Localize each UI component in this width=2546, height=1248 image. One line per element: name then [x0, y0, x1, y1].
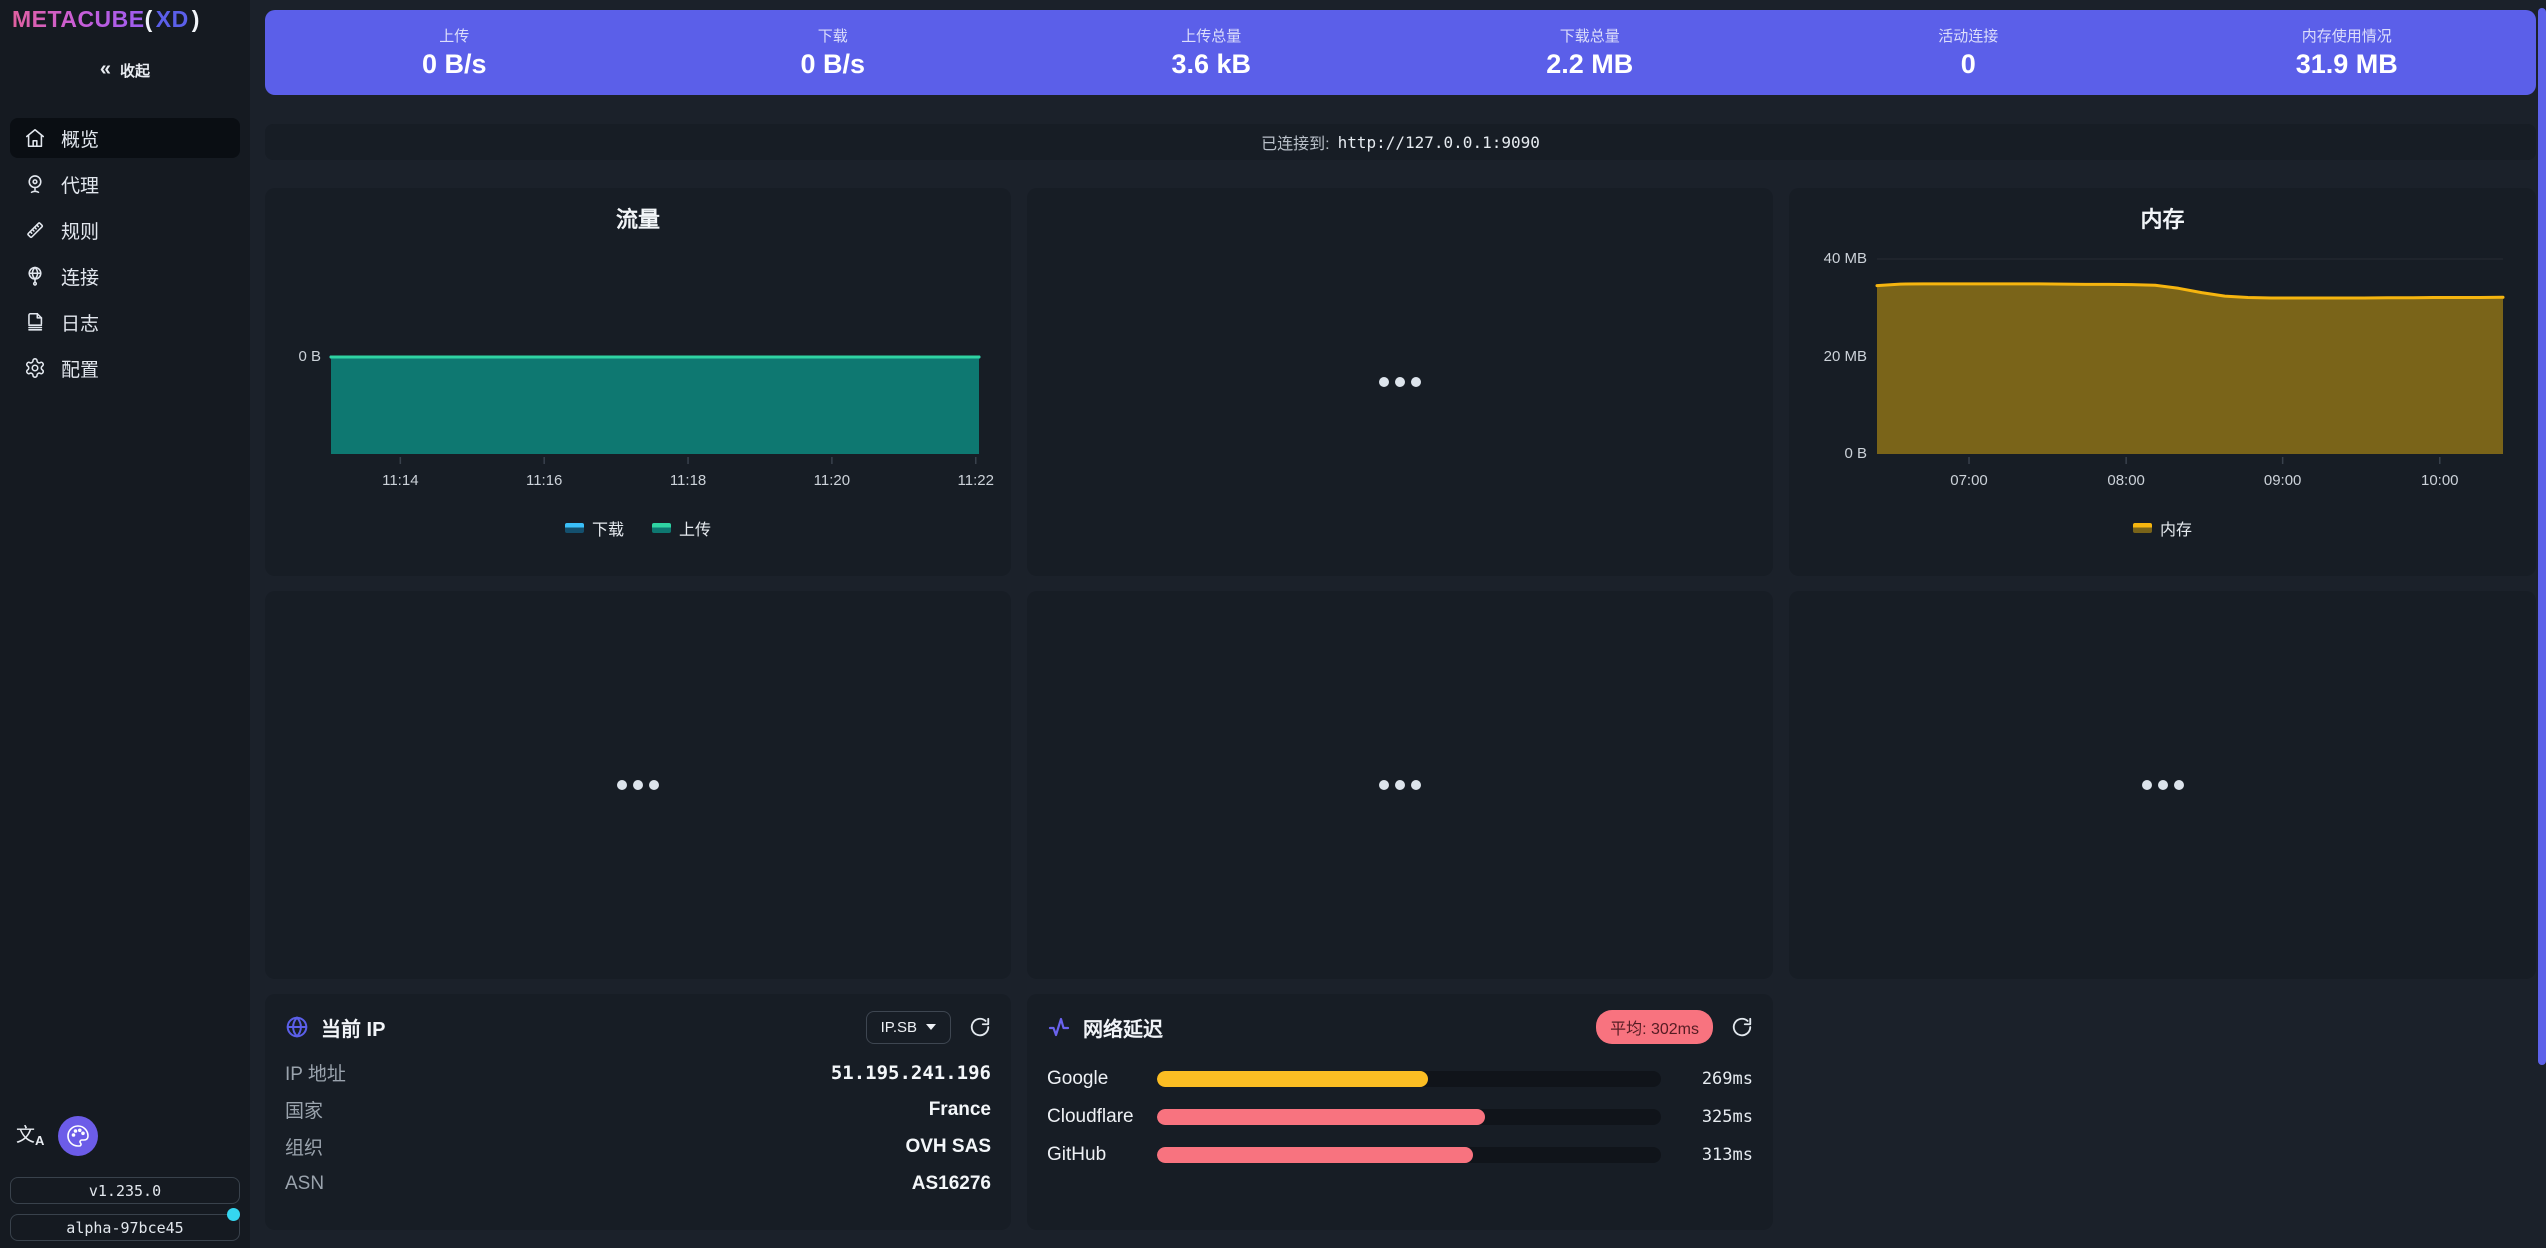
collapse-sidebar-button[interactable]: « 收起 — [0, 56, 250, 84]
loading-panel — [1789, 591, 2536, 979]
double-chevron-left-icon: « — [100, 59, 111, 79]
legend-item[interactable]: 上传 — [652, 516, 711, 540]
loading-dots — [1379, 377, 1421, 387]
update-indicator-dot — [227, 1208, 240, 1221]
collapse-label: 收起 — [120, 60, 150, 81]
legend-item[interactable]: 下载 — [565, 516, 624, 540]
ip-address-row: IP 地址 51.195.241.196 — [285, 1054, 991, 1091]
asn-value: AS16276 — [912, 1173, 991, 1195]
latency-bar-track — [1157, 1109, 1661, 1125]
organization-row: 组织 OVH SAS — [285, 1128, 991, 1165]
organization-value: OVH SAS — [905, 1136, 991, 1158]
refresh-latency-button[interactable] — [1731, 1016, 1753, 1038]
average-latency-badge: 平均: 302ms — [1596, 1010, 1713, 1044]
country-row: 国家 France — [285, 1091, 991, 1128]
stat-memory-usage: 内存使用情况 31.9 MB — [2158, 10, 2537, 95]
sidebar-item-rules[interactable]: 规则 — [10, 210, 240, 250]
brand-text: METACUBE — [12, 6, 145, 32]
globe-icon — [285, 1015, 309, 1039]
loading-dots — [617, 780, 659, 790]
pulse-icon — [1047, 1015, 1071, 1039]
network-globe-icon — [24, 265, 46, 287]
memory-chart-panel: 内存 40 MB20 MB0 B07:0008:0009:0010:00 内存 — [1789, 188, 2536, 576]
sidebar-item-config[interactable]: 配置 — [10, 348, 240, 388]
traffic-chart-legend: 下载 上传 — [265, 516, 1011, 540]
language-icon[interactable]: 文A — [16, 1120, 44, 1148]
stat-upload-speed: 上传 0 B/s — [265, 10, 644, 95]
theme-palette-button[interactable] — [58, 1116, 98, 1156]
stat-upload-total: 上传总量 3.6 kB — [1022, 10, 1401, 95]
sidebar: METACUBE(XD) « 收起 概览 代理 规则 连接 日志 配置 — [0, 0, 250, 1248]
latency-row-google: Google 269ms — [1047, 1060, 1753, 1098]
loading-panel — [1027, 591, 1773, 979]
main-content: 上传 0 B/s 下载 0 B/s 上传总量 3.6 kB 下载总量 2.2 M… — [250, 0, 2546, 1248]
stats-header: 上传 0 B/s 下载 0 B/s 上传总量 3.6 kB 下载总量 2.2 M… — [265, 10, 2536, 95]
stat-download-total: 下载总量 2.2 MB — [1401, 10, 1780, 95]
refresh-ip-button[interactable] — [969, 1016, 991, 1038]
traffic-chart-panel: 流量 0 B11:1411:1611:1811:2011:22 下载上传 — [265, 188, 1011, 576]
loading-dots — [1379, 780, 1421, 790]
sidebar-item-proxies[interactable]: 代理 — [10, 164, 240, 204]
stat-active-connections: 活动连接 0 — [1779, 10, 2158, 95]
home-icon — [24, 127, 46, 149]
legend-item[interactable]: 内存 — [2133, 516, 2192, 540]
network-latency-panel: 网络延迟 平均: 302ms Google 269ms Cloudflare 3… — [1027, 994, 1773, 1230]
core-version-button[interactable]: alpha-97bce45 — [10, 1214, 240, 1241]
latency-bar-fill — [1157, 1109, 1485, 1125]
refresh-icon — [1731, 1016, 1753, 1038]
refresh-icon — [969, 1016, 991, 1038]
current-ip-panel: 当前 IP IP.SB IP 地址 51.195.241.196 国家 Fran… — [265, 994, 1011, 1230]
memory-chart-legend: 内存 — [1789, 516, 2536, 540]
loading-panel — [265, 591, 1011, 979]
sidebar-menu: 概览 代理 规则 连接 日志 配置 — [10, 118, 240, 388]
ip-details: IP 地址 51.195.241.196 国家 France 组织 OVH SA… — [285, 1054, 991, 1202]
country-value: France — [929, 1099, 991, 1121]
loading-dots — [2142, 780, 2184, 790]
sidebar-item-overview[interactable]: 概览 — [10, 118, 240, 158]
app-logo[interactable]: METACUBE(XD) — [12, 6, 200, 33]
file-text-icon — [24, 311, 46, 333]
latency-bar-fill — [1157, 1147, 1473, 1163]
sidebar-item-connections[interactable]: 连接 — [10, 256, 240, 296]
latency-row-cloudflare: Cloudflare 325ms — [1047, 1098, 1753, 1136]
connection-status-bar: 已连接到: http://127.0.0.1:9090 — [265, 124, 2536, 160]
latency-bar-fill — [1157, 1071, 1428, 1087]
ip-address-value: 51.195.241.196 — [831, 1062, 991, 1084]
sidebar-item-logs[interactable]: 日志 — [10, 302, 240, 342]
gear-icon — [24, 357, 46, 379]
latency-bar-track — [1157, 1071, 1661, 1087]
latency-panel-title: 网络延迟 — [1083, 1013, 1163, 1042]
latency-value: 269ms — [1661, 1069, 1753, 1089]
latency-row-github: GitHub 313ms — [1047, 1136, 1753, 1174]
ip-panel-title: 当前 IP — [321, 1013, 385, 1042]
chevron-down-icon — [926, 1024, 936, 1030]
backend-url: http://127.0.0.1:9090 — [1338, 133, 1540, 152]
brand-accent-text: XD — [153, 6, 192, 32]
globe-icon — [24, 173, 46, 195]
release-version-button[interactable]: v1.235.0 — [10, 1177, 240, 1204]
palette-icon — [66, 1124, 90, 1148]
latency-value: 313ms — [1661, 1145, 1753, 1165]
stat-download-speed: 下载 0 B/s — [644, 10, 1023, 95]
latency-value: 325ms — [1661, 1107, 1753, 1127]
latency-tests: Google 269ms Cloudflare 325ms GitHub 313… — [1047, 1060, 1753, 1174]
vertical-scrollbar[interactable] — [2538, 8, 2546, 1065]
asn-row: ASN AS16276 — [285, 1165, 991, 1202]
ruler-icon — [24, 219, 46, 241]
latency-bar-track — [1157, 1147, 1661, 1163]
loading-panel — [1027, 188, 1773, 576]
ip-provider-dropdown[interactable]: IP.SB — [866, 1011, 951, 1044]
